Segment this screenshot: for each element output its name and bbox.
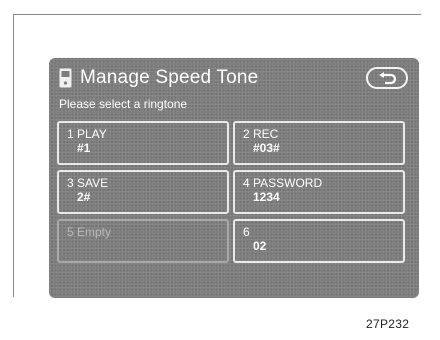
manage-speed-tone-screen: Manage Speed Tone Please select a ringto… — [49, 58, 419, 298]
instruction-text: Please select a ringtone — [59, 97, 188, 111]
button-value: #03# — [253, 141, 280, 155]
button-label: 3 SAVE — [67, 176, 109, 190]
header: Manage Speed Tone — [59, 64, 258, 92]
button-label: 4 PASSWORD — [243, 176, 323, 190]
mobile-phone-icon — [59, 68, 72, 88]
return-arrow-icon — [379, 72, 397, 85]
button-label: 5 Empty — [67, 225, 112, 239]
button-value: 1234 — [253, 190, 280, 204]
button-value: #1 — [77, 141, 91, 155]
page: Manage Speed Tone Please select a ringto… — [0, 0, 440, 340]
speed-tone-button-4[interactable]: 4 PASSWORD 1234 — [233, 170, 405, 214]
speed-tone-button-1[interactable]: 1 PLAY #1 — [57, 121, 229, 165]
speed-tone-button-5[interactable]: 5 Empty — [57, 219, 229, 263]
speed-tone-button-2[interactable]: 2 REC #03# — [233, 121, 405, 165]
figure-reference: 27P232 — [366, 317, 410, 331]
button-label: 1 PLAY — [67, 127, 107, 141]
button-value: 2# — [77, 190, 91, 204]
button-label: 2 REC — [243, 127, 279, 141]
page-title: Manage Speed Tone — [80, 67, 259, 88]
back-button[interactable] — [366, 67, 408, 89]
speed-tone-button-6[interactable]: 6 02 — [233, 219, 405, 263]
speed-tone-button-3[interactable]: 3 SAVE 2# — [57, 170, 229, 214]
button-value: 02 — [253, 239, 267, 253]
button-label: 6 — [243, 225, 250, 239]
